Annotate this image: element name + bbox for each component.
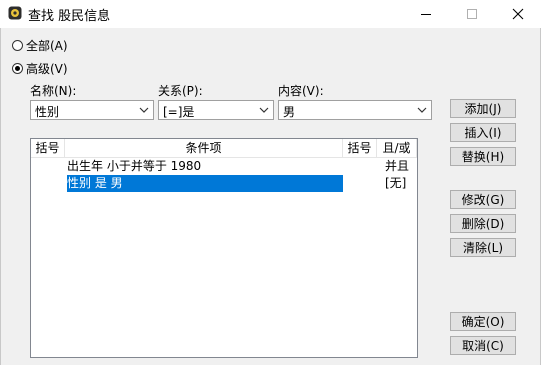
content-select[interactable]: 男 bbox=[278, 100, 432, 120]
table-row-selected[interactable]: 性别 是 男 [无] bbox=[31, 175, 417, 192]
row-right-bracket bbox=[345, 175, 375, 192]
app-icon bbox=[8, 6, 22, 20]
radio-advanced[interactable]: 高级(V) bbox=[12, 60, 68, 77]
close-icon bbox=[512, 8, 524, 20]
insert-button[interactable]: 插入(I) bbox=[450, 123, 516, 142]
header-condition[interactable]: 条件项 bbox=[65, 139, 343, 157]
row-left-bracket bbox=[33, 175, 63, 192]
clear-button[interactable]: 清除(L) bbox=[450, 238, 516, 257]
radio-advanced-indicator[interactable] bbox=[12, 63, 23, 74]
close-button[interactable] bbox=[495, 0, 541, 28]
header-right-bracket[interactable]: 括号 bbox=[343, 139, 377, 157]
name-label: 名称(N): bbox=[30, 84, 77, 98]
radio-all-label: 全部(A) bbox=[26, 39, 68, 53]
window-title: 查找 股民信息 bbox=[28, 9, 111, 24]
relation-select[interactable]: [=]是 bbox=[158, 100, 274, 120]
row-condition: 性别 是 男 bbox=[67, 175, 343, 192]
ok-button[interactable]: 确定(O) bbox=[450, 312, 516, 331]
radio-advanced-label: 高级(V) bbox=[26, 62, 68, 76]
maximize-icon bbox=[467, 9, 477, 19]
radio-all-indicator[interactable] bbox=[12, 40, 23, 51]
relation-label: 关系(P): bbox=[158, 84, 203, 98]
cancel-button[interactable]: 取消(C) bbox=[450, 336, 516, 355]
radio-all[interactable]: 全部(A) bbox=[12, 37, 68, 54]
table-header: 括号 条件项 括号 且/或 bbox=[31, 139, 417, 158]
row-logic: 并且 bbox=[385, 159, 410, 173]
content-select-value: 男 bbox=[283, 105, 296, 119]
minimize-icon bbox=[421, 14, 431, 15]
add-button[interactable]: 添加(J) bbox=[450, 99, 516, 118]
row-right-bracket bbox=[345, 158, 375, 175]
content-label: 内容(V): bbox=[278, 84, 324, 98]
header-left-bracket[interactable]: 括号 bbox=[31, 139, 65, 157]
name-select-value: 性别 bbox=[35, 105, 60, 119]
conditions-table[interactable]: 括号 条件项 括号 且/或 出生年 小于并等于 1980 并且 性别 是 男 [… bbox=[30, 138, 418, 358]
header-logic[interactable]: 且/或 bbox=[377, 139, 417, 157]
delete-button[interactable]: 删除(D) bbox=[450, 214, 516, 233]
title-bar: 查找 股民信息 bbox=[0, 0, 541, 28]
relation-select-value: [=]是 bbox=[163, 105, 195, 119]
row-condition: 出生年 小于并等于 1980 bbox=[67, 159, 202, 173]
row-logic: [无] bbox=[385, 176, 407, 190]
minimize-button[interactable] bbox=[403, 0, 449, 28]
chevron-down-icon bbox=[417, 107, 427, 113]
table-row[interactable]: 出生年 小于并等于 1980 并且 bbox=[31, 158, 417, 175]
maximize-button[interactable] bbox=[449, 0, 495, 28]
replace-button[interactable]: 替换(H) bbox=[450, 147, 516, 166]
chevron-down-icon bbox=[139, 107, 149, 113]
modify-button[interactable]: 修改(G) bbox=[450, 190, 516, 209]
chevron-down-icon bbox=[259, 107, 269, 113]
row-left-bracket bbox=[33, 158, 63, 175]
name-select[interactable]: 性别 bbox=[30, 100, 154, 120]
